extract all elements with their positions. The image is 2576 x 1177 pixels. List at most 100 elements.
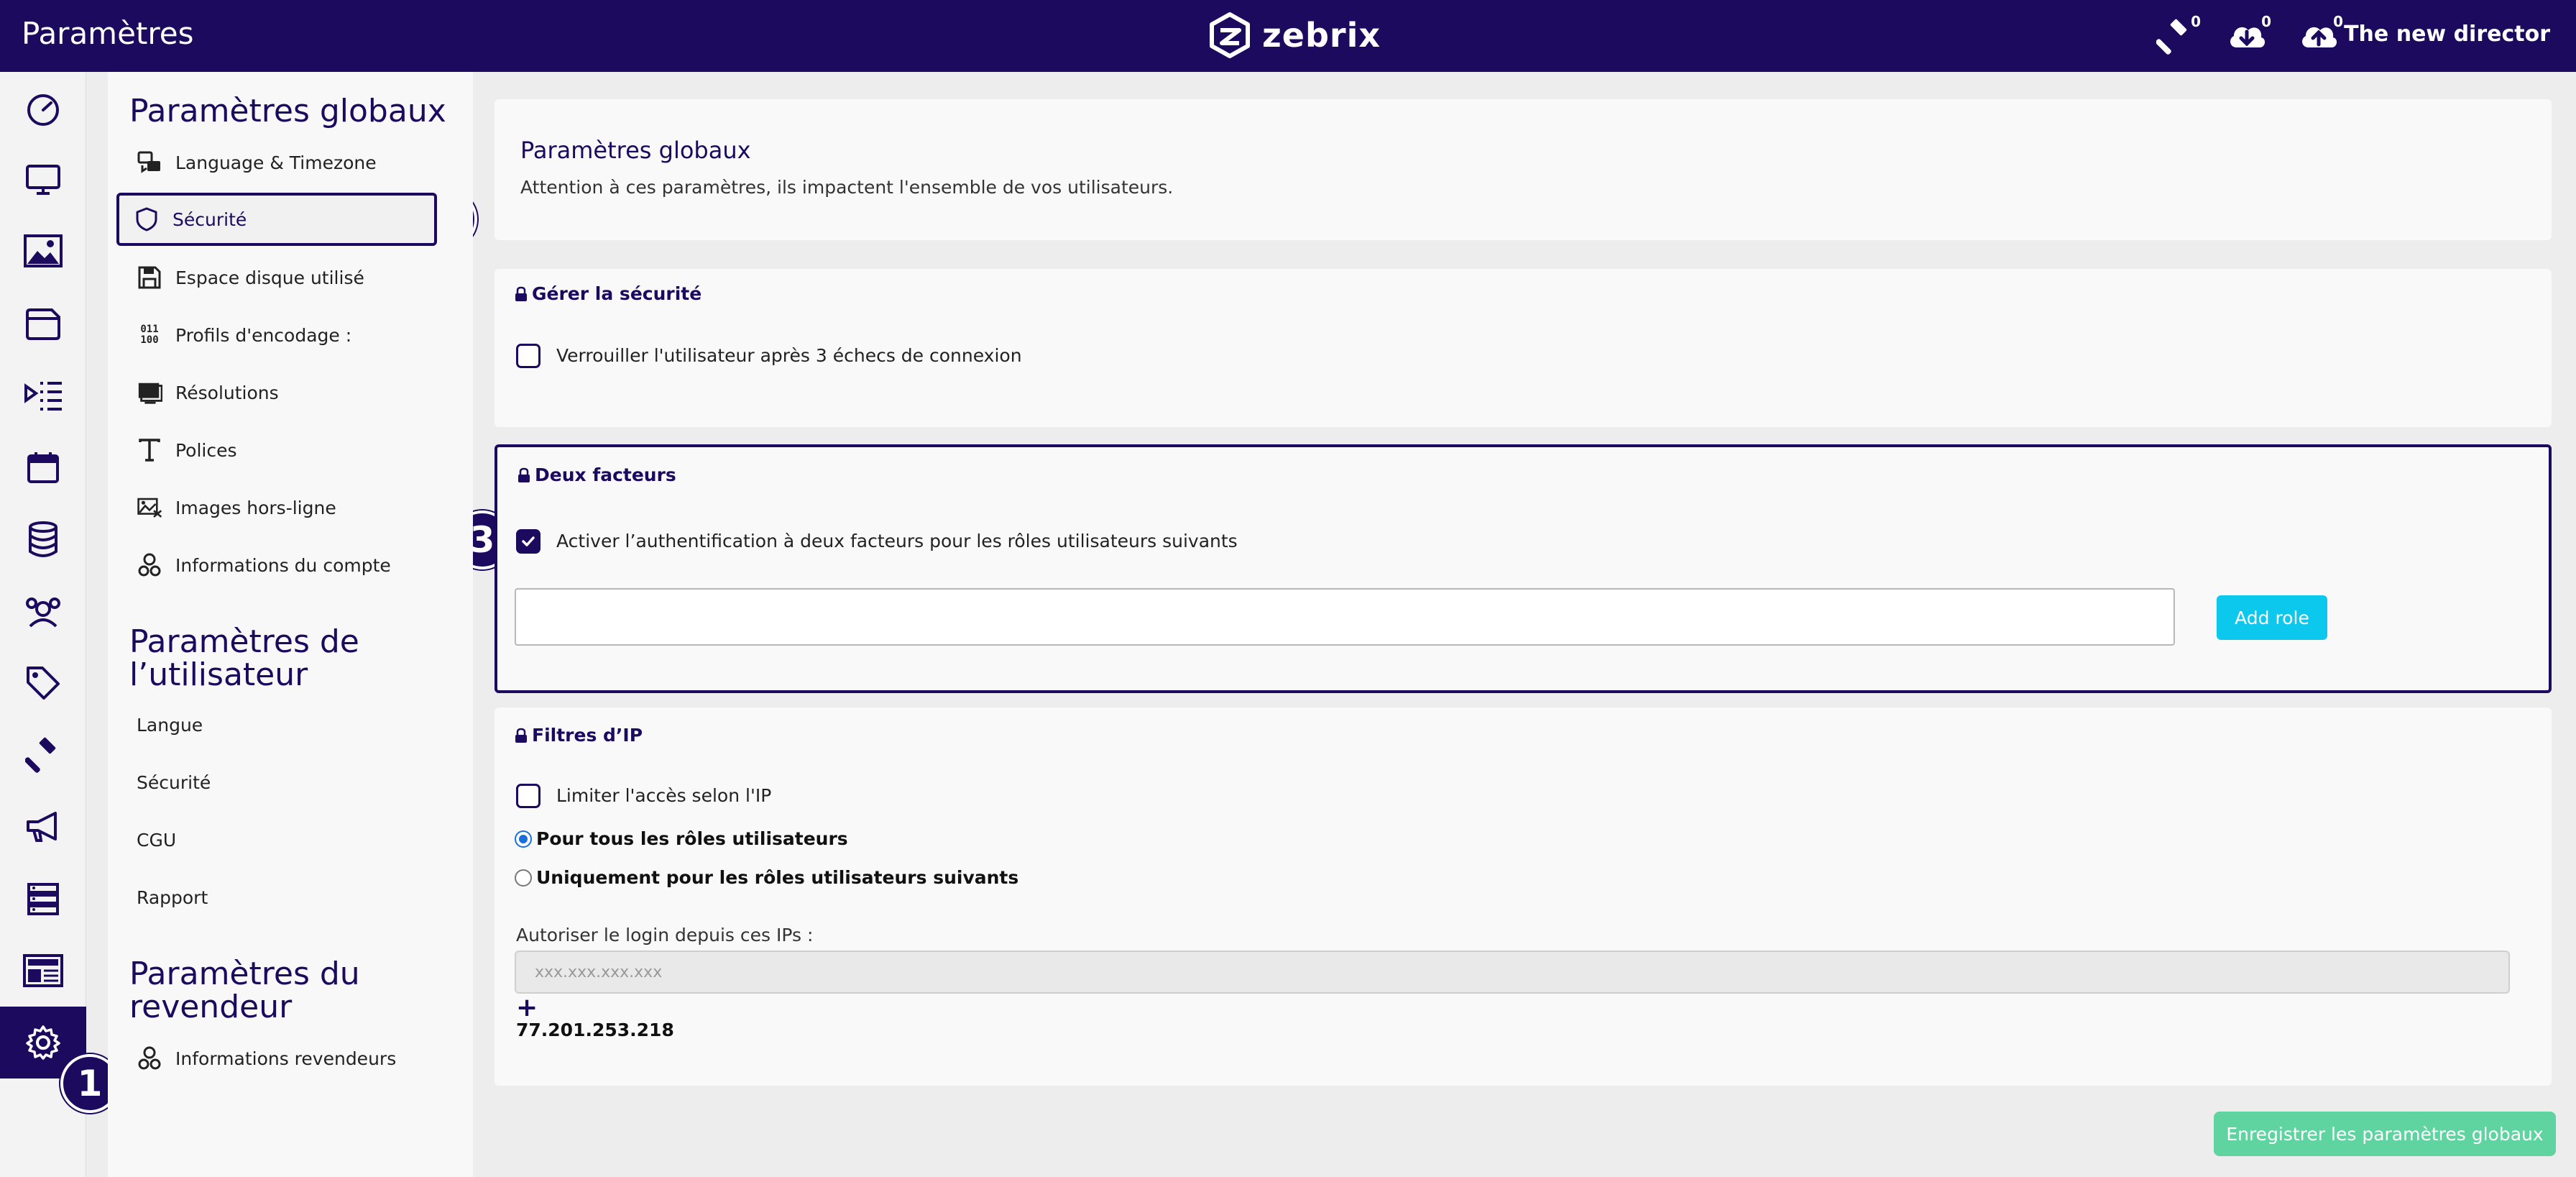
radio-specific-roles-label: Uniquement pour les rôles utilisateurs s… (536, 867, 1019, 888)
tools-notification-button[interactable]: 0 (2156, 13, 2201, 55)
tools-count-badge: 0 (2191, 13, 2201, 30)
shield-icon (134, 206, 160, 232)
enable-two-factor-label: Activer l’authentification à deux facteu… (556, 531, 1238, 551)
folder-icon[interactable] (22, 302, 65, 345)
megaphone-icon[interactable] (22, 805, 65, 848)
nav-item-label: Polices (175, 439, 237, 461)
nav-item-label: Sécurité (172, 209, 247, 230)
two-factor-card: Deux facteurs Activer l’authentification… (494, 444, 2552, 693)
roles-input[interactable] (515, 588, 2175, 646)
ip-filters-section-label: Filtres d’IP (532, 725, 643, 746)
security-section-title: Gérer la sécurité (515, 283, 702, 304)
reseller-settings-heading-line2: revendeur (129, 989, 293, 1025)
page-title: Paramètres (22, 16, 194, 51)
nav-item-language-timezone[interactable]: Language & Timezone (137, 142, 377, 183)
upload-count-badge: 0 (2333, 13, 2343, 30)
nav-item-label: Informations du compte (175, 554, 391, 576)
nav-item-disk-space[interactable]: Espace disque utilisé (137, 257, 364, 298)
nav-item-user-security[interactable]: Sécurité (137, 762, 211, 802)
hammer-icon (2156, 19, 2187, 55)
add-role-button[interactable]: Add role (2217, 595, 2327, 640)
main-navigation-rail (0, 72, 86, 1177)
radio-all-roles-label: Pour tous les rôles utilisateurs (536, 828, 848, 849)
allowed-ip-value: 77.201.253.218 (516, 1020, 674, 1040)
nav-item-label: Images hors-ligne (175, 497, 336, 518)
nav-item-offline-images[interactable]: Images hors-ligne (137, 487, 336, 528)
nav-item-resolutions[interactable]: Résolutions (137, 372, 279, 413)
reseller-settings-heading: Paramètres du revendeur (129, 958, 360, 1024)
ip-filters-card: Filtres d’IP Limiter l'accès selon l'IP … (494, 707, 2552, 1086)
dashboard-icon[interactable] (22, 86, 65, 129)
allowed-ips-label: Autoriser le login depuis ces IPs : (516, 925, 814, 945)
upload-notification-button[interactable]: 0 (2299, 13, 2343, 55)
nav-item-label: Informations revendeurs (175, 1048, 397, 1069)
download-count-badge: 0 (2261, 13, 2271, 30)
global-settings-heading: Paramètres globaux (129, 93, 446, 129)
user-settings-heading-line2: l’utilisateur (129, 656, 308, 693)
radio-all-roles[interactable]: Pour tous les rôles utilisateurs (515, 828, 848, 849)
offline-image-icon (137, 495, 162, 521)
lock-user-checkbox[interactable] (516, 344, 540, 368)
nav-item-encoding-profiles[interactable]: 011 100 Profils d'encodage : (137, 315, 351, 355)
binary-glyph-top: 011 (140, 324, 159, 335)
ip-input[interactable]: xxx.xxx.xxx.xxx (515, 951, 2510, 994)
binary-icon: 011 100 (137, 322, 162, 348)
download-notification-button[interactable]: 0 (2227, 13, 2271, 55)
two-factor-section-title: Deux facteurs (518, 464, 676, 485)
database-icon[interactable] (22, 518, 65, 561)
settings-icon[interactable] (22, 1021, 65, 1064)
enable-two-factor-checkbox[interactable] (516, 529, 540, 554)
calendar-icon[interactable] (22, 446, 65, 489)
nav-item-report[interactable]: Rapport (137, 877, 208, 917)
binary-glyph-bottom: 100 (140, 334, 159, 346)
nav-item-terms[interactable]: CGU (137, 820, 176, 860)
top-bar: Paramètres zebrix 0 0 0 The new director (0, 0, 2576, 72)
user-settings-heading: Paramètres de l’utilisateur (129, 626, 359, 692)
resolution-icon (137, 380, 162, 406)
check-icon (522, 536, 535, 546)
image-icon[interactable] (22, 230, 65, 273)
zebrix-logo-icon (1210, 12, 1250, 58)
limit-ip-label: Limiter l'accès selon l'IP (556, 785, 772, 806)
reseller-settings-heading-line1: Paramètres du (129, 956, 360, 992)
nav-item-fonts[interactable]: Polices (137, 430, 237, 470)
security-section-label: Gérer la sécurité (532, 283, 702, 304)
news-icon[interactable] (22, 949, 65, 992)
main-description: Attention à ces paramètres, ils impacten… (520, 177, 1174, 198)
user-menu[interactable]: The new director (2344, 22, 2550, 47)
add-ip-plus-icon[interactable]: + (516, 995, 538, 1021)
radio-all-roles-input[interactable] (515, 830, 532, 848)
radio-specific-roles-input[interactable] (515, 869, 532, 887)
users-icon[interactable] (22, 590, 65, 633)
reseller-icon (137, 1045, 162, 1071)
main-title: Paramètres globaux (520, 137, 751, 164)
lock-icon (515, 286, 527, 301)
settings-navigation: Paramètres globaux Language & Timezone S… (108, 72, 473, 1177)
limit-ip-checkbox[interactable] (516, 784, 540, 808)
lock-icon (518, 467, 530, 482)
save-global-settings-button[interactable]: Enregistrer les paramètres globaux (2214, 1112, 2556, 1156)
nav-item-label: Profils d'encodage : (175, 324, 352, 346)
nav-item-account-info[interactable]: Informations du compte (137, 545, 391, 585)
nav-item-label: Résolutions (175, 382, 279, 403)
tools-icon[interactable] (22, 733, 65, 777)
nav-item-reseller-info[interactable]: Informations revendeurs (137, 1038, 396, 1078)
zebrix-logo[interactable]: zebrix (1208, 12, 1381, 59)
lock-icon (515, 728, 527, 743)
playlist-icon[interactable] (22, 374, 65, 417)
security-card: Gérer la sécurité Verrouiller l'utilisat… (494, 269, 2552, 427)
lock-user-label: Verrouiller l'utilisateur après 3 échecs… (556, 345, 1022, 366)
nav-item-user-language[interactable]: Langue (137, 705, 203, 745)
server-icon[interactable] (22, 877, 65, 920)
tag-icon[interactable] (22, 661, 65, 705)
ip-filters-section-title: Filtres d’IP (515, 725, 643, 746)
nav-item-security[interactable]: Sécurité (116, 193, 437, 246)
two-factor-section-label: Deux facteurs (535, 464, 676, 485)
global-settings-header-card: Paramètres globaux Attention à ces param… (494, 99, 2552, 240)
radio-specific-roles[interactable]: Uniquement pour les rôles utilisateurs s… (515, 867, 1018, 888)
monitor-icon[interactable] (22, 158, 65, 201)
nav-item-label: Language & Timezone (175, 152, 377, 173)
language-icon (137, 150, 162, 175)
floppy-icon (137, 265, 162, 290)
user-settings-heading-line1: Paramètres de (129, 623, 359, 660)
